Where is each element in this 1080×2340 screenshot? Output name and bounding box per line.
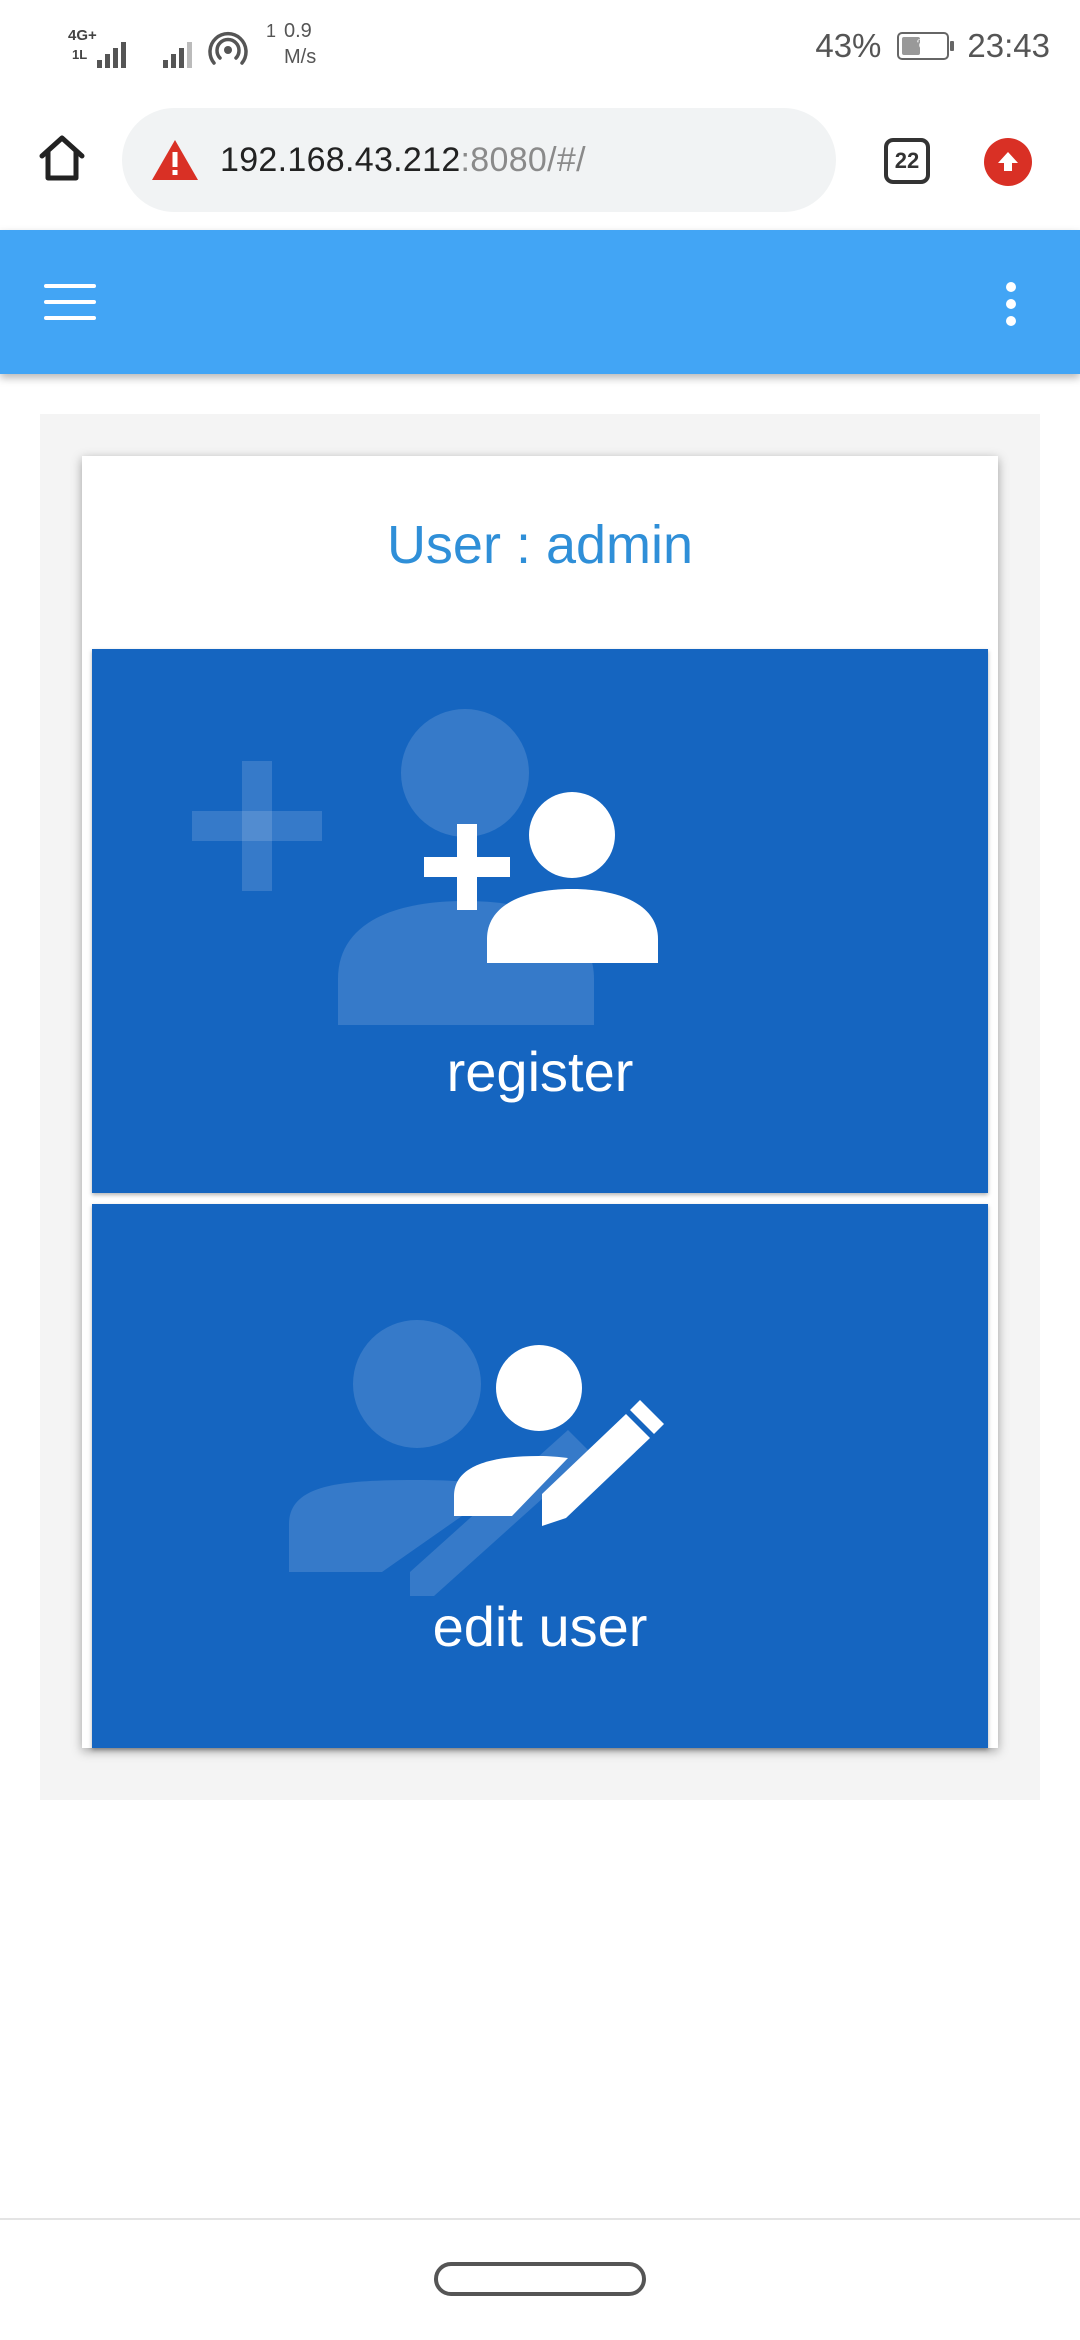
home-gesture-bar[interactable] — [434, 2262, 646, 2296]
screen: 4G+ 1L 1 0.9 M/s 43% ❦ 23:43 192.168.43.… — [0, 0, 1080, 2340]
edit-user-tile[interactable]: edit user — [92, 1204, 988, 1748]
person-edit-icon — [289, 1320, 664, 1596]
warning-icon[interactable] — [150, 138, 200, 182]
user-card: User : admin register edit user — [82, 456, 998, 1748]
signal-4g-icon: 4G+ 1L — [68, 24, 126, 72]
menu-button[interactable] — [40, 280, 100, 324]
home-icon — [39, 135, 85, 181]
url-path: :8080/#/ — [460, 140, 586, 179]
content-panel: User : admin register edit user — [40, 414, 1040, 1800]
card-title: User : admin — [386, 515, 694, 575]
network-speed: 1 0.9 M/s — [266, 18, 317, 70]
status-left: 4G+ 1L 1 0.9 M/s — [68, 18, 316, 78]
speed-value: 0.9 — [284, 20, 312, 42]
menu-icon-line — [44, 300, 96, 304]
tab-count: 22 — [894, 148, 920, 173]
battery-percent: 43% — [815, 27, 882, 64]
status-bar: 4G+ 1L 1 0.9 M/s 43% ❦ 23:43 — [0, 0, 1080, 92]
network-type-label: 4G+ — [68, 27, 97, 44]
address-bar[interactable]: 192.168.43.212:8080/#/ — [122, 108, 836, 212]
edit-user-label: edit user — [432, 1595, 648, 1658]
tab-switcher-button[interactable]: 22 — [884, 138, 930, 184]
update-icon — [998, 152, 1018, 171]
battery-icon: ❦ — [897, 32, 955, 60]
nav-divider — [0, 2218, 1080, 2220]
browser-toolbar: 192.168.43.212:8080/#/ 22 — [0, 92, 1080, 230]
menu-icon-line — [44, 284, 96, 288]
network-sub-label: 1L — [72, 47, 88, 62]
battery-saver-leaf-icon: ❦ — [916, 37, 930, 54]
signal-bars-2 — [163, 42, 192, 68]
menu-icon-line — [44, 316, 96, 320]
register-tile[interactable]: register — [92, 649, 988, 1193]
app-bar — [0, 230, 1080, 374]
signal-bars — [97, 42, 126, 68]
more-vert-icon-dot — [1006, 282, 1016, 292]
home-button[interactable] — [30, 126, 94, 190]
clock: 23:43 — [967, 27, 1050, 64]
status-right: 43% ❦ 23:43 — [815, 18, 1050, 74]
speed-unit: M/s — [284, 46, 317, 68]
more-vert-icon-dot — [1006, 316, 1016, 326]
more-options-button[interactable] — [996, 278, 1026, 330]
person-add-icon — [192, 709, 658, 1025]
register-label: register — [446, 1040, 634, 1103]
update-button[interactable] — [984, 138, 1032, 186]
speed-superscript: 1 — [266, 21, 277, 41]
more-vert-icon-dot — [1006, 299, 1016, 309]
signal-icon — [150, 24, 192, 72]
hotspot-icon — [208, 28, 248, 68]
url-host: 192.168.43.212 — [220, 140, 461, 179]
